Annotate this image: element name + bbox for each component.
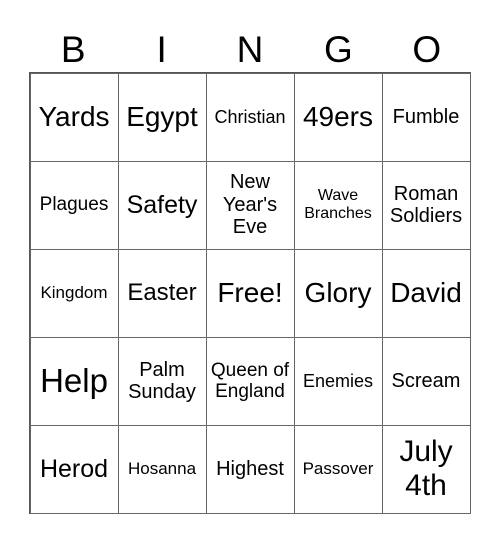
bingo-cell[interactable]: 49ers — [293, 72, 383, 162]
bingo-cell[interactable]: Fumble — [381, 72, 471, 162]
bingo-cell[interactable]: Help — [29, 336, 119, 426]
header-letter-n: N — [236, 29, 264, 70]
bingo-header: B I N G O — [29, 28, 471, 72]
bingo-cell[interactable]: Plagues — [29, 160, 119, 250]
bingo-cell[interactable]: Enemies — [293, 336, 383, 426]
bingo-cell[interactable]: Christian — [205, 72, 295, 162]
bingo-card-grid: Yards Egypt Christian 49ers Fumble Plagu… — [29, 72, 471, 514]
bingo-cell[interactable]: July 4th — [381, 424, 471, 514]
header-letter-o: O — [412, 29, 442, 70]
bingo-cell[interactable]: Highest — [205, 424, 295, 514]
bingo-cell[interactable]: David — [381, 248, 471, 338]
bingo-cell[interactable]: Safety — [117, 160, 207, 250]
bingo-cell[interactable]: Yards — [29, 72, 119, 162]
bingo-cell[interactable]: Palm Sunday — [117, 336, 207, 426]
bingo-cell[interactable]: Passover — [293, 424, 383, 514]
bingo-cell[interactable]: Wave Branches — [293, 160, 383, 250]
bingo-cell[interactable]: Hosanna — [117, 424, 207, 514]
free-space-cell[interactable]: Free! — [205, 248, 295, 338]
header-letter-g: G — [323, 29, 353, 70]
bingo-cell[interactable]: Herod — [29, 424, 119, 514]
bingo-cell[interactable]: Queen of England — [205, 336, 295, 426]
bingo-cell[interactable]: Roman Soldiers — [381, 160, 471, 250]
header-letter-b: B — [60, 29, 86, 70]
bingo-cell[interactable]: New Year's Eve — [205, 160, 295, 250]
bingo-cell[interactable]: Scream — [381, 336, 471, 426]
bingo-cell[interactable]: Easter — [117, 248, 207, 338]
bingo-cell[interactable]: Egypt — [117, 72, 207, 162]
bingo-cell[interactable]: Kingdom — [29, 248, 119, 338]
header-letter-i: I — [156, 29, 167, 70]
bingo-cell[interactable]: Glory — [293, 248, 383, 338]
